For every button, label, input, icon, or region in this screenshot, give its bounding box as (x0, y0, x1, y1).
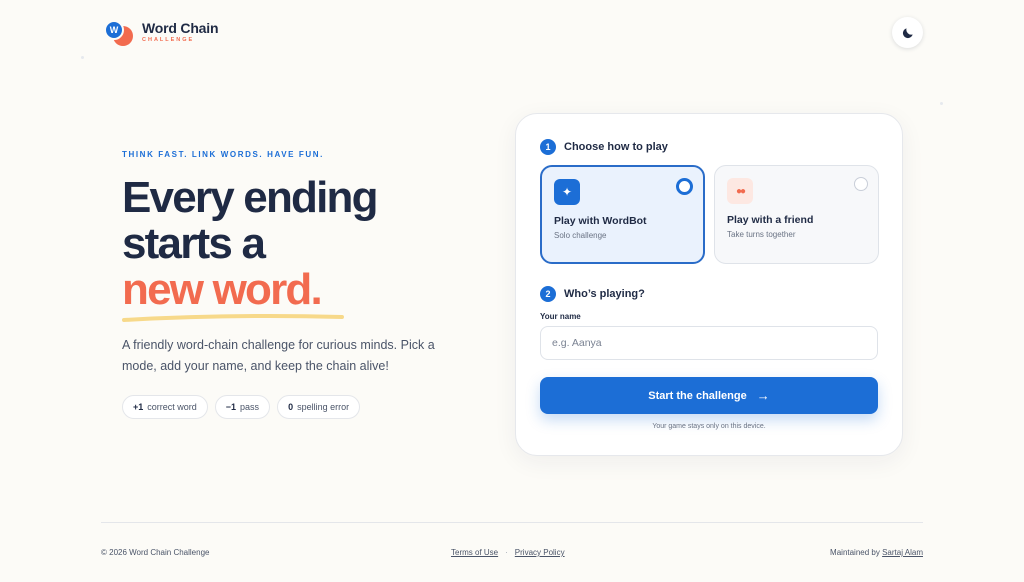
logo-mark: W (104, 18, 134, 46)
step-1: 1 Choose how to play (540, 139, 668, 155)
headline-accent-text: new word. (122, 265, 323, 314)
decorative-dot (81, 56, 84, 59)
name-field-label: Your name (540, 312, 581, 321)
start-button-label: Start the challenge (648, 389, 747, 402)
step-label: Choose how to play (564, 141, 668, 153)
chip-spelling-error: 0 spelling error (277, 395, 361, 419)
maintained-prefix: Maintained by (830, 548, 880, 557)
terms-link[interactable]: Terms of Use (451, 548, 498, 557)
headline-accent: new word. (122, 265, 344, 322)
moon-icon (902, 27, 913, 38)
mode-option-wordbot[interactable]: ✦ Play with WordBot Solo challenge (540, 165, 705, 264)
decorative-dot (940, 102, 943, 105)
chip-correct-word: +1 correct word (122, 395, 208, 419)
sparkle-icon: ✦ (554, 179, 580, 205)
radio-unselected[interactable] (854, 177, 868, 191)
chip-pass: −1 pass (214, 395, 271, 419)
privacy-note: Your game stays only on this device. (652, 423, 766, 430)
two-people-icon: ●● (727, 178, 753, 204)
headline: Every ending starts a new word. (122, 173, 482, 322)
chip-label: spelling error (297, 402, 350, 412)
headline-line-1: Every ending (122, 173, 379, 222)
chip-value: +1 (133, 402, 144, 412)
footer-divider (101, 522, 923, 523)
start-challenge-button[interactable]: Start the challenge → (540, 377, 878, 414)
logo[interactable]: W Word Chain CHALLENGE (104, 18, 218, 46)
maintainer-link[interactable]: Sartaj Alam (882, 548, 923, 557)
headline-line-2: starts a (122, 219, 266, 268)
logo-letter: W (104, 20, 124, 40)
logo-subtitle: CHALLENGE (142, 37, 195, 43)
step-2: 2 Who’s playing? (540, 286, 645, 302)
hero-description: A friendly word-chain challenge for curi… (122, 338, 435, 373)
mode-option-friend[interactable]: ●● Play with a friend Take turns togethe… (714, 165, 879, 264)
chip-value: −1 (225, 402, 237, 412)
scoring-chips: +1 correct word −1 pass 0 spelling error (122, 395, 482, 419)
chip-value: 0 (288, 402, 294, 412)
mode-subtitle: Solo challenge (554, 231, 607, 240)
name-input[interactable] (540, 326, 878, 360)
arrow-right-icon: → (756, 388, 770, 403)
underline-swoosh (122, 314, 344, 322)
setup-card: 1 Choose how to play ✦ Play with WordBot… (515, 113, 903, 456)
radio-selected[interactable] (676, 178, 693, 195)
footer-maintainer: Maintained by Sartaj Alam (830, 548, 923, 557)
step-label: Who’s playing? (564, 288, 645, 300)
step-number: 2 (540, 286, 556, 302)
mode-title: Play with a friend (727, 214, 814, 226)
theme-toggle-button[interactable] (892, 17, 923, 48)
privacy-link[interactable]: Privacy Policy (515, 548, 565, 557)
logo-title: Word Chain (142, 20, 219, 36)
mode-title: Play with WordBot (554, 215, 647, 227)
footer-separator: · (505, 548, 508, 557)
mode-subtitle: Take turns together (727, 230, 796, 239)
tagline: THINK FAST. LINK WORDS. HAVE FUN. (122, 150, 324, 159)
site-header: W Word Chain CHALLENGE (0, 0, 1024, 70)
footer-copyright: © 2026 Word Chain Challenge (101, 548, 210, 557)
chip-label: correct word (147, 402, 197, 412)
hero-section: THINK FAST. LINK WORDS. HAVE FUN. Every … (122, 150, 482, 419)
step-number: 1 (540, 139, 556, 155)
footer-links: Terms of Use · Privacy Policy (451, 548, 565, 557)
chip-label: pass (240, 402, 260, 412)
